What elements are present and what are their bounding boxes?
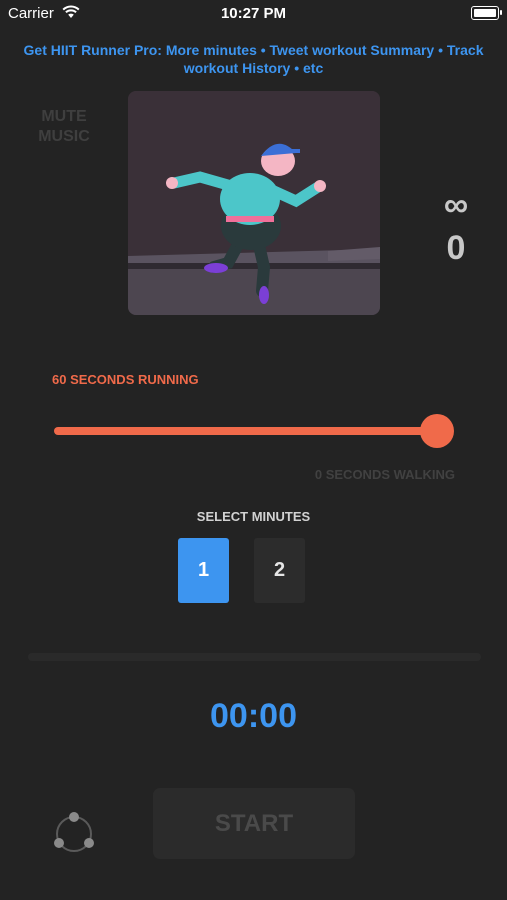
status-bar: Carrier 10:27 PM <box>0 0 507 28</box>
select-minutes-label: SELECT MINUTES <box>196 509 311 524</box>
infinity-symbol: ∞ <box>443 186 469 224</box>
minutes-option-1[interactable]: 1 <box>178 538 229 603</box>
share-icon[interactable] <box>50 810 98 856</box>
minutes-option-2[interactable]: 2 <box>254 538 305 603</box>
start-button[interactable]: START <box>153 788 355 859</box>
running-seconds-label: 60 SECONDS RUNNING <box>52 372 199 387</box>
mute-music-button[interactable]: MUTE MUSIC <box>30 107 98 147</box>
upgrade-promo-link[interactable]: Get HIIT Runner Pro: More minutes • Twee… <box>20 41 487 77</box>
workout-progress-bar <box>28 653 481 661</box>
battery-icon <box>471 6 502 20</box>
clock: 10:27 PM <box>220 5 287 22</box>
interval-slider-track[interactable] <box>54 427 437 435</box>
timer-display: 00:00 <box>210 697 297 735</box>
walking-seconds-label: 0 SECONDS WALKING <box>314 467 455 482</box>
interval-counter: 0 <box>446 229 466 267</box>
runner-illustration <box>128 91 380 315</box>
interval-slider-thumb[interactable] <box>420 414 454 448</box>
